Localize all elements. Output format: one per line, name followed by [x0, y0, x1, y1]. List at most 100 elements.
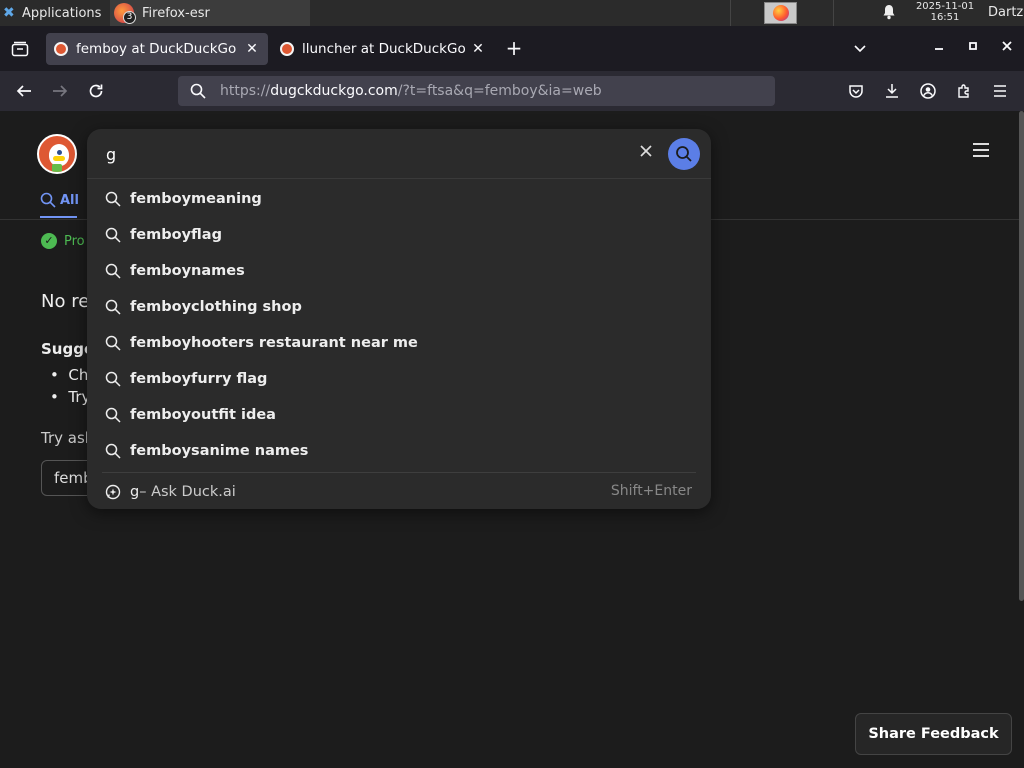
desktop-taskbar: ✖ Applications 3 Firefox-esr 2025-11-01 …	[0, 0, 1024, 26]
page-scrollbar[interactable]	[1019, 111, 1024, 601]
close-tab-icon[interactable]: ✕	[470, 41, 486, 57]
duck-beak	[53, 156, 65, 161]
duckduckgo-favicon-icon	[54, 42, 68, 56]
search-icon	[105, 191, 121, 207]
clear-search-icon[interactable]	[637, 144, 655, 162]
suggestion-item[interactable]: femboy furry flag	[87, 361, 711, 397]
duckai-query: g	[130, 484, 140, 500]
suggestion-item[interactable]: femboy names	[87, 253, 711, 289]
reload-icon	[89, 84, 103, 98]
notification-bell-icon[interactable]	[882, 4, 898, 22]
url-text: https://dugckduckgo.com/?t=ftsa&q=femboy…	[220, 83, 602, 99]
reload-button[interactable]	[85, 80, 107, 102]
suggestion-rest: clothing shop	[191, 299, 302, 315]
maximize-window-button[interactable]	[965, 40, 981, 56]
protection-status[interactable]: ✓ Pro	[41, 233, 85, 249]
search-icon	[190, 83, 206, 99]
suggestion-item[interactable]: femboy hooters restaurant near me	[87, 325, 711, 361]
suggestion-list: femboy meaning femboy flag femboy names fem…	[87, 181, 711, 469]
search-icon	[105, 443, 121, 459]
suggestion-prefix: femboy	[130, 227, 192, 243]
suggestion-item[interactable]: femboys anime names	[87, 433, 711, 469]
firefox-task-icon: 3	[114, 3, 136, 24]
clock-date: 2025-11-01	[915, 1, 975, 12]
download-icon	[886, 84, 898, 98]
forward-button[interactable]	[49, 80, 71, 102]
duckai-shortcut: Shift+Enter	[610, 483, 692, 499]
firefox-icon	[772, 5, 789, 21]
duck-head	[49, 144, 69, 166]
tab-femboy[interactable]: femboy at DuckDuckGo ✕	[46, 33, 268, 65]
suggestion-item[interactable]: femboy outfit idea	[87, 397, 711, 433]
suggestion-bullet-item: • Try	[50, 388, 91, 406]
protection-label: Pro	[64, 233, 85, 249]
search-icon	[40, 192, 56, 208]
site-menu-hamburger-icon[interactable]	[973, 143, 991, 159]
url-bar[interactable]: https://dugckduckgo.com/?t=ftsa&q=femboy…	[178, 76, 775, 106]
page-content: All ✓ Pro No re Sugge • Che • Try Try as…	[0, 111, 1024, 768]
search-icon	[105, 299, 121, 315]
hamburger-menu-icon	[994, 85, 1006, 97]
forward-arrow-icon	[53, 85, 68, 97]
suggestion-item[interactable]: femboy clothing shop	[87, 289, 711, 325]
try-ask-label: Try ask	[41, 429, 94, 447]
back-arrow-icon	[16, 85, 31, 97]
app-menu-button[interactable]	[989, 80, 1011, 102]
tab-bar: femboy at DuckDuckGo ✕ lluncher at DuckD…	[0, 26, 1024, 71]
account-button[interactable]	[917, 80, 939, 102]
taskbar-separator	[833, 0, 834, 26]
close-window-button[interactable]	[999, 40, 1015, 56]
suggestion-prefix: femboy	[130, 335, 192, 351]
tab-title: femboy at DuckDuckGo	[76, 41, 237, 57]
account-icon	[920, 83, 936, 99]
ask-duckai-suggestion[interactable]: g – Ask Duck.ai Shift+Enter	[87, 481, 711, 503]
search-suggestions-panel: femboy meaningfemboy flagfemboy namesfem…	[87, 129, 711, 509]
suggestion-rest: flag	[191, 227, 222, 243]
suggestion-prefix: femboy	[130, 263, 192, 279]
clock[interactable]: 2025-11-01 16:51	[904, 1, 986, 23]
suggestion-rest: furry flag	[191, 371, 268, 387]
suggestion-prefix: femboys	[130, 443, 200, 459]
close-tab-icon[interactable]: ✕	[244, 41, 260, 57]
applications-label: Applications	[22, 5, 102, 21]
list-all-tabs-chevron-icon[interactable]	[852, 40, 872, 58]
checkmark-icon: ✓	[41, 233, 57, 249]
firefox-view-icon	[11, 41, 29, 57]
minimize-window-button[interactable]	[931, 40, 947, 56]
tab-title: lluncher at DuckDuckGo	[302, 41, 466, 57]
taskbar-window-title: Firefox-esr	[142, 5, 210, 21]
suggestion-item[interactable]: femboy flag	[87, 217, 711, 253]
suggestion-rest: anime names	[199, 443, 309, 459]
firefox-view-button[interactable]	[8, 37, 32, 61]
extensions-button[interactable]	[953, 80, 975, 102]
puzzle-icon	[958, 84, 969, 98]
tab-all-results[interactable]: All	[40, 192, 79, 208]
pocket-button[interactable]	[845, 80, 867, 102]
suggestion-rest: outfit idea	[191, 407, 276, 423]
tab-lluncher[interactable]: lluncher at DuckDuckGo ✕	[272, 33, 494, 65]
new-tab-button[interactable]: +	[503, 38, 525, 60]
suggestion-prefix: femboy	[130, 191, 192, 207]
suggestion-prefix: femboy	[130, 299, 192, 315]
clock-time: 16:51	[930, 12, 960, 23]
search-submit-button[interactable]	[668, 138, 700, 170]
search-icon	[105, 227, 121, 243]
user-menu[interactable]: Dartz	[988, 5, 1023, 20]
tab-all-label: All	[60, 192, 79, 208]
search-icon	[105, 335, 121, 351]
active-tab-indicator	[40, 216, 77, 218]
search-input-row	[87, 129, 711, 179]
suggestion-item[interactable]: femboy meaning	[87, 181, 711, 217]
share-feedback-button[interactable]: Share Feedback	[855, 713, 1012, 755]
suggestion-rest: names	[191, 263, 245, 279]
firefox-launcher[interactable]	[764, 2, 797, 24]
navigation-toolbar: https://dugckduckgo.com/?t=ftsa&q=femboy…	[0, 71, 1024, 111]
duck-eye	[57, 150, 62, 155]
back-button[interactable]	[13, 80, 35, 102]
duckai-chat-icon	[105, 484, 121, 500]
search-input[interactable]	[106, 143, 626, 165]
applications-menu[interactable]: ✖ Applications	[0, 0, 108, 26]
taskbar-window-button[interactable]: 3 Firefox-esr	[110, 0, 310, 26]
duckduckgo-logo-icon[interactable]	[37, 134, 77, 174]
downloads-button[interactable]	[881, 80, 903, 102]
